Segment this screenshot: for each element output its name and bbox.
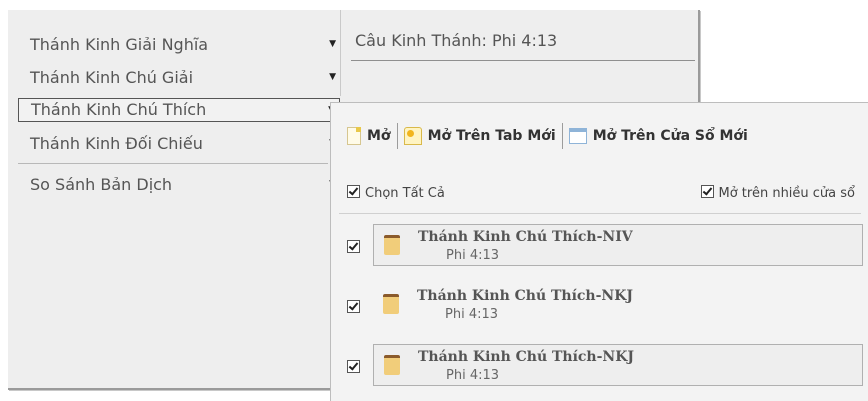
book-icon [384,355,400,375]
popup-divider [339,213,861,214]
multi-window-label: Mở trên nhiều cửa sổ [718,186,856,201]
popup-toolbar: Mở Mở Trên Tab Mới Mở Trên Cửa Sổ Mới [341,118,857,154]
menu-item-label: Thánh Kinh Đối Chiếu [30,134,203,153]
entry-title: Thánh Kinh Chú Thích-NIV [418,229,633,245]
list-item[interactable]: Thánh Kinh Chú Thích-NKJ Phi 4:13 [347,344,865,388]
entry-reference: Phi 4:13 [446,248,500,263]
open-new-window-button[interactable]: Mở Trên Cửa Sổ Mới [563,118,754,154]
list-item[interactable]: Thánh Kinh Chú Thích-NKJ Phi 4:13 [347,284,865,328]
header-divider [351,60,695,61]
menu-item-label: So Sánh Bản Dịch [30,175,173,194]
checkbox-icon[interactable] [347,185,360,198]
verse-header: Câu Kinh Thánh: Phi 4:13 [340,10,697,96]
checkbox-icon[interactable] [347,360,360,373]
entry-reference: Phi 4:13 [445,307,499,322]
entry-title: Thánh Kinh Chú Thích-NKJ [418,349,635,365]
select-options-row: Chọn Tất Cả Mở trên nhiều cửa sổ [347,185,855,207]
entry-title: Thánh Kinh Chú Thích-NKJ [417,288,634,304]
book-icon [384,235,400,255]
book-icon [383,294,399,314]
open-new-tab-button[interactable]: Mở Trên Tab Mới [398,118,562,154]
menu-item-label: Thánh Kinh Chú Giải [30,68,194,87]
select-all-label: Chọn Tất Cả [365,186,445,201]
open-new-window-label: Mở Trên Cửa Sổ Mới [592,128,748,144]
open-label: Mở [367,128,391,144]
select-all-checkbox[interactable]: Chọn Tất Cả [347,185,445,201]
entry-reference: Phi 4:13 [446,368,500,383]
menu-item-label: Thánh Kinh Chú Thích [31,100,207,119]
menu-item-doi-chieu[interactable]: Thánh Kinh Đối Chiếu ▼ [18,127,340,160]
document-icon [347,127,361,145]
menu-divider [18,163,328,164]
list-item[interactable]: Thánh Kinh Chú Thích-NIV Phi 4:13 [347,224,865,268]
caret-down-icon[interactable]: ▼ [329,28,336,61]
menu-item-chu-giai[interactable]: Thánh Kinh Chú Giải ▼ [18,61,340,94]
open-new-tab-label: Mở Trên Tab Mới [427,128,556,144]
caret-down-icon[interactable]: ▼ [329,61,336,94]
entry-card[interactable]: Thánh Kinh Chú Thích-NKJ Phi 4:13 [373,344,863,386]
commentary-menu: Thánh Kinh Giải Nghĩa ▼ Thánh Kinh Chú G… [18,28,340,201]
checkbox-icon[interactable] [700,185,714,198]
new-window-icon [568,128,587,144]
entry-card[interactable]: Thánh Kinh Chú Thích-NKJ Phi 4:13 [373,284,863,326]
new-tab-icon [403,127,422,145]
verse-title: Câu Kinh Thánh: Phi 4:13 [355,31,558,50]
checkbox-icon[interactable] [347,300,360,313]
menu-item-giai-nghia[interactable]: Thánh Kinh Giải Nghĩa ▼ [18,28,340,61]
menu-item-compare-translations[interactable]: So Sánh Bản Dịch ▼ [18,168,340,201]
menu-item-chu-thich[interactable]: Thánh Kinh Chú Thích ▼ [18,98,340,122]
menu-item-label: Thánh Kinh Giải Nghĩa [30,35,209,54]
checkbox-icon[interactable] [347,240,360,253]
open-options-popup: Mở Mở Trên Tab Mới Mở Trên Cửa Sổ Mới Ch… [330,102,868,401]
multi-window-checkbox[interactable]: Mở trên nhiều cửa sổ [700,185,856,201]
entry-card[interactable]: Thánh Kinh Chú Thích-NIV Phi 4:13 [373,224,863,266]
open-button[interactable]: Mở [341,118,397,154]
